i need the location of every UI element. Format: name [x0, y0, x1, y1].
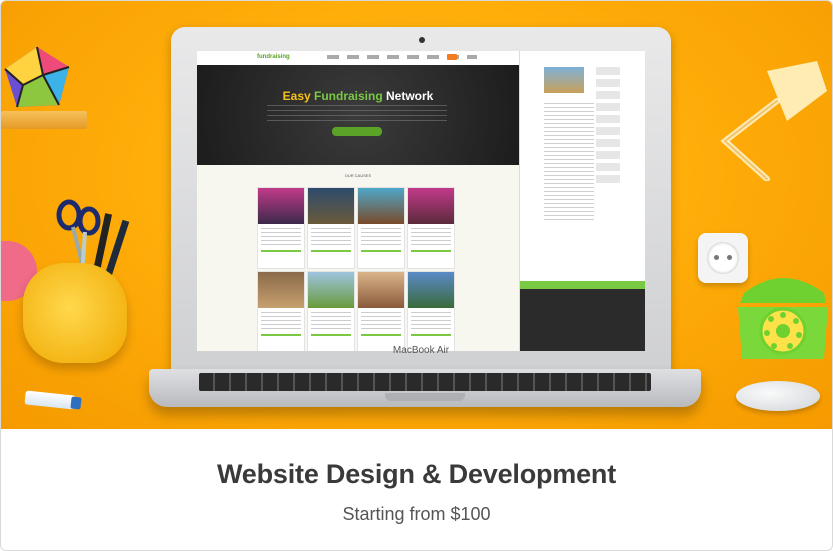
yellow-hand-decoration — [23, 263, 127, 363]
heading-part: Easy — [282, 89, 314, 103]
website-detail-mockup — [519, 51, 645, 351]
laptop-brand-label: MacBook Air — [392, 345, 450, 356]
laptop-notch — [385, 393, 465, 401]
card-price: Starting from $100 — [342, 504, 491, 524]
cause-card — [407, 271, 455, 351]
detail-footer — [520, 289, 645, 351]
site-logo: fundraising — [257, 54, 290, 60]
heading-part: Network — [382, 89, 434, 103]
detail-sidebar — [596, 67, 620, 187]
hero-image: fundraising Easy Fundraising Network OUR… — [1, 1, 832, 429]
desk-lamp-icon — [720, 61, 827, 181]
laptop-screen: fundraising Easy Fundraising Network OUR… — [197, 51, 645, 351]
site-hero-banner: Easy Fundraising Network — [197, 65, 519, 165]
site-nav-bar: fundraising — [197, 51, 519, 66]
detail-image — [544, 67, 584, 93]
laptop: fundraising Easy Fundraising Network OUR… — [171, 27, 671, 373]
paint-tube-cap — [70, 396, 82, 410]
paint-tube-decoration — [24, 390, 76, 410]
outlet-hole — [727, 255, 732, 260]
cause-card — [257, 271, 305, 351]
cause-card — [257, 187, 305, 269]
site-nav-button — [447, 54, 457, 60]
laptop-keyboard — [199, 373, 651, 391]
card-title[interactable]: Website Design & Development — [1, 459, 832, 490]
cause-card — [357, 271, 405, 351]
cause-card — [307, 271, 355, 351]
geometric-gem-decoration — [4, 46, 70, 108]
detail-text — [544, 103, 594, 223]
cause-card — [407, 187, 455, 269]
wall-shelf — [1, 111, 87, 129]
service-card[interactable]: fundraising Easy Fundraising Network OUR… — [0, 0, 833, 551]
website-mockup: fundraising Easy Fundraising Network OUR… — [197, 51, 519, 351]
computer-mouse-decoration — [736, 381, 820, 411]
detail-green-band — [520, 281, 645, 289]
site-causes-section: OUR CAUSES — [197, 165, 519, 351]
cause-card — [357, 187, 405, 269]
heading-part: Fundraising — [314, 89, 383, 103]
laptop-camera — [419, 37, 425, 43]
site-cta-button — [332, 127, 382, 136]
cause-card — [307, 187, 355, 269]
rotary-phone-icon — [738, 278, 828, 359]
outlet-hole — [714, 255, 719, 260]
causes-title: OUR CAUSES — [344, 173, 372, 178]
laptop-base — [149, 369, 701, 407]
site-hero-text — [267, 105, 447, 125]
card-caption: Website Design & Development Starting fr… — [1, 429, 832, 550]
site-heading: Easy Fundraising Network — [197, 89, 519, 103]
